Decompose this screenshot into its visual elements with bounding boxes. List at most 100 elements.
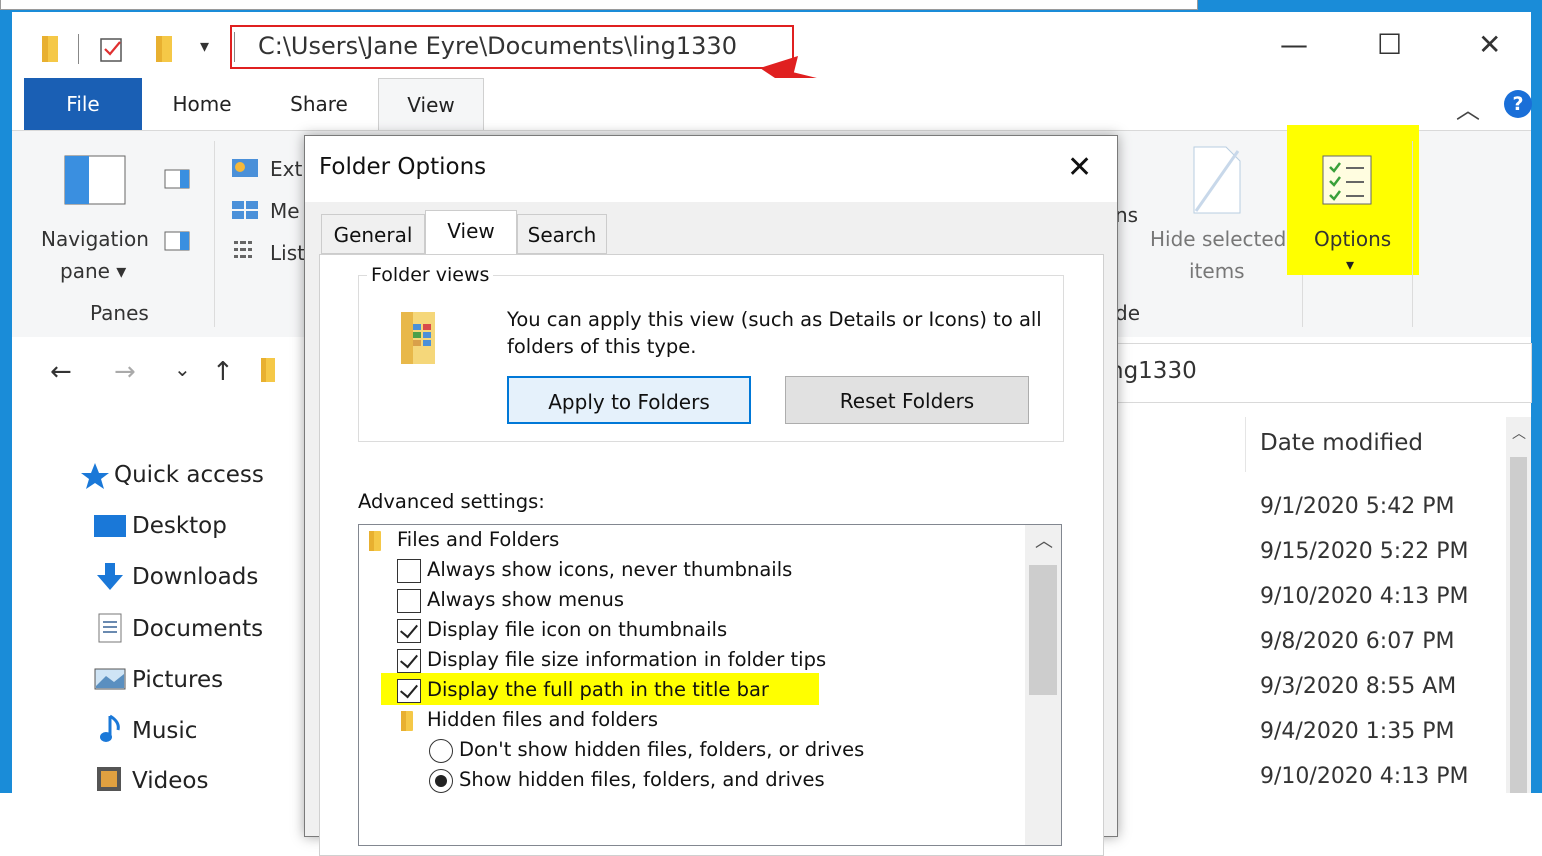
pictures-icon	[94, 668, 126, 694]
recent-locations-button[interactable]: ⌄	[174, 357, 191, 381]
star-icon	[80, 462, 110, 494]
title-bar: ▾ C:\Users\Jane Eyre\Documents\ling1330 …	[12, 12, 1531, 99]
details-pane-icon[interactable]	[164, 231, 190, 255]
checkbox-display-full-path[interactable]	[397, 679, 421, 703]
navigation-pane-label[interactable]: Navigation	[41, 227, 149, 251]
dialog-title-bar: Folder Options ✕	[305, 136, 1117, 202]
list-item-date: 9/15/2020 5:22 PM	[1260, 539, 1469, 564]
tree-group-files-and-folders[interactable]: Files and Folders	[397, 525, 559, 555]
apply-to-folders-button[interactable]: Apply to Folders	[507, 376, 751, 424]
folder-views-group: Folder views You can apply this view (su…	[358, 264, 1064, 442]
title-bar-full-path: C:\Users\Jane Eyre\Documents\ling1330	[258, 32, 737, 60]
sidebar-item-pictures[interactable]: Pictures	[132, 667, 223, 693]
options-icon[interactable]	[1322, 155, 1372, 209]
setting-always-show-icons[interactable]: Always show icons, never thumbnails	[427, 555, 792, 585]
ribbon-partial-text-de: de	[1115, 301, 1140, 325]
preview-pane-icon[interactable]	[164, 169, 190, 193]
tab-file[interactable]: File	[24, 78, 142, 130]
dialog-tab-search[interactable]: Search	[517, 214, 607, 254]
setting-display-file-icon[interactable]: Display file icon on thumbnails	[427, 615, 727, 645]
tab-share[interactable]: Share	[282, 78, 356, 130]
folder-app-icon	[40, 34, 60, 68]
address-bar-path: ng1330	[1109, 358, 1197, 384]
quick-access-dropdown-icon[interactable]: ▾	[200, 36, 209, 57]
hide-selected-items-icon[interactable]	[1192, 145, 1242, 219]
folder-views-legend: Folder views	[367, 264, 494, 286]
folder-icon	[260, 357, 276, 387]
folder-view-icon	[399, 310, 437, 370]
scroll-up-icon[interactable]: ︿	[1512, 423, 1526, 443]
folder-icon	[369, 531, 381, 551]
list-item-date: 9/10/2020 4:13 PM	[1260, 584, 1469, 609]
folder-views-description: You can apply this view (such as Details…	[507, 308, 1042, 358]
folder-options-dialog: Folder Options ✕ General View Search Fol…	[304, 135, 1118, 856]
sidebar-item-quick-access[interactable]: Quick access	[114, 462, 264, 488]
tab-home[interactable]: Home	[162, 78, 242, 130]
advanced-settings-scrollbar[interactable]: ︿	[1025, 525, 1061, 845]
window-border-left	[0, 12, 12, 793]
setting-display-full-path[interactable]: Display the full path in the title bar	[427, 675, 769, 705]
videos-icon	[96, 766, 122, 796]
radio-dont-show-hidden[interactable]	[429, 739, 453, 763]
reset-folders-button[interactable]: Reset Folders	[785, 376, 1029, 424]
hide-selected-label-2[interactable]: items	[1189, 259, 1245, 283]
scroll-up-icon[interactable]: ︿	[1035, 527, 1053, 553]
tab-view[interactable]: View	[378, 78, 484, 131]
navigation-pane-label-2[interactable]: pane ▾	[60, 259, 126, 283]
setting-always-show-menus[interactable]: Always show menus	[427, 585, 624, 615]
help-icon[interactable]: ?	[1504, 90, 1532, 118]
extra-large-icons-icon[interactable]	[232, 159, 258, 181]
sidebar-item-downloads[interactable]: Downloads	[132, 564, 258, 590]
list-label[interactable]: List	[270, 241, 305, 265]
forward-button[interactable]: →	[114, 357, 136, 387]
desktop-icon	[94, 515, 126, 541]
maximize-button[interactable]: ☐	[1377, 28, 1402, 61]
panes-group-label: Panes	[90, 301, 149, 325]
column-header-date-modified[interactable]: Date modified	[1260, 430, 1423, 456]
folder-icon	[401, 711, 413, 731]
window-border-right	[1531, 12, 1542, 793]
file-list-scrollbar[interactable]: ︿	[1506, 417, 1531, 793]
documents-icon	[98, 613, 122, 647]
radio-show-hidden[interactable]	[429, 769, 453, 793]
advanced-settings-label: Advanced settings:	[358, 490, 545, 513]
setting-show-hidden[interactable]: Show hidden files, folders, and drives	[459, 765, 825, 795]
dialog-tab-view[interactable]: View	[425, 210, 517, 254]
properties-icon[interactable]	[98, 34, 126, 68]
checkbox-display-file-icon[interactable]	[397, 619, 421, 643]
checkbox-always-show-icons[interactable]	[397, 559, 421, 583]
list-icon[interactable]	[234, 239, 258, 265]
medium-icons-icon[interactable]	[232, 201, 258, 223]
dialog-title: Folder Options	[319, 154, 487, 180]
options-label[interactable]: Options	[1314, 227, 1391, 251]
sidebar-item-documents[interactable]: Documents	[132, 616, 263, 642]
address-bar[interactable]: ng1330	[1106, 343, 1532, 403]
sidebar-item-videos[interactable]: Videos	[132, 768, 208, 794]
dialog-close-button[interactable]: ✕	[1067, 150, 1092, 185]
medium-icons-label[interactable]: Me	[270, 199, 300, 223]
sidebar-item-desktop[interactable]: Desktop	[132, 513, 227, 539]
advanced-settings-tree: Files and Folders Always show icons, nev…	[358, 524, 1062, 846]
options-dropdown-icon[interactable]: ▾	[1346, 255, 1354, 274]
back-button[interactable]: ←	[50, 357, 72, 387]
hide-selected-label[interactable]: Hide selected	[1150, 227, 1286, 251]
navigation-pane-icon[interactable]	[64, 155, 126, 209]
background-window-edge	[0, 0, 1542, 12]
checkbox-always-show-menus[interactable]	[397, 589, 421, 613]
setting-display-file-size[interactable]: Display file size information in folder …	[427, 645, 826, 675]
ribbon-partial-text-ns: ns	[1115, 203, 1139, 227]
minimize-button[interactable]: —	[1280, 28, 1308, 61]
sidebar-item-music[interactable]: Music	[132, 718, 197, 744]
close-button[interactable]: ✕	[1478, 28, 1501, 61]
up-button[interactable]: ↑	[212, 357, 234, 387]
list-item-date: 9/10/2020 4:13 PM	[1260, 764, 1469, 789]
file-explorer-window: ▾ C:\Users\Jane Eyre\Documents\ling1330 …	[0, 0, 1542, 856]
setting-dont-show-hidden[interactable]: Don't show hidden files, folders, or dri…	[459, 735, 864, 765]
checkbox-display-file-size[interactable]	[397, 649, 421, 673]
list-item-date: 9/4/2020 1:35 PM	[1260, 719, 1455, 744]
collapse-ribbon-icon[interactable]: ︿	[1456, 90, 1480, 125]
dialog-tab-general[interactable]: General	[321, 214, 425, 254]
tree-group-hidden-files[interactable]: Hidden files and folders	[427, 705, 658, 735]
list-item-date: 9/3/2020 8:55 AM	[1260, 674, 1457, 699]
new-folder-icon[interactable]	[154, 34, 174, 68]
